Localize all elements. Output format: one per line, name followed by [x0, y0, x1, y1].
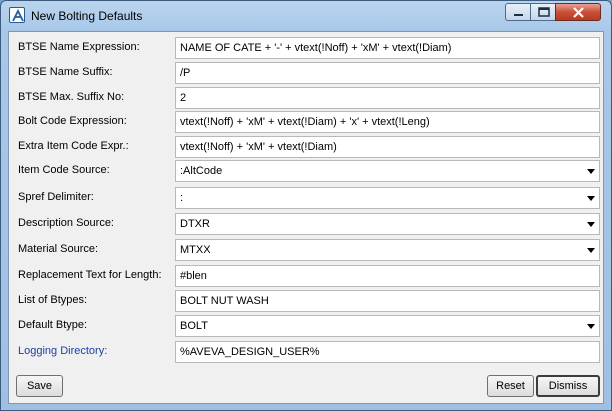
window-title: New Bolting Defaults: [31, 9, 143, 23]
extra-item-code-input[interactable]: vtext(!Noff) + 'xM' + vtext(!Diam): [175, 136, 600, 158]
save-button[interactable]: Save: [16, 375, 63, 397]
form-row-btse-name-suffix: BTSE Name Suffix: /P: [9, 62, 605, 84]
maximize-button[interactable]: [530, 3, 556, 21]
material-source-value: MTXX: [180, 244, 211, 256]
btse-name-expression-label: BTSE Name Expression:: [18, 41, 140, 53]
close-button[interactable]: [555, 3, 601, 21]
form-row-default-btype: Default Btype: BOLT: [9, 315, 605, 337]
extra-item-code-value: vtext(!Noff) + 'xM' + vtext(!Diam): [180, 141, 337, 153]
minimize-icon: [514, 14, 523, 16]
btse-max-suffix-input[interactable]: 2: [175, 87, 600, 109]
spref-delimiter-value: :: [180, 192, 184, 204]
btse-name-suffix-input[interactable]: /P: [175, 62, 600, 84]
dropdown-arrow-icon: [587, 324, 595, 329]
spref-delimiter-label: Spref Delimiter:: [18, 191, 94, 203]
dropdown-arrow-icon: [587, 169, 595, 174]
form-row-btse-name-expression: BTSE Name Expression: NAME OF CATE + '-'…: [9, 37, 605, 59]
btse-name-suffix-value: /P: [180, 67, 191, 79]
btse-name-expression-value: NAME OF CATE + '-' + vtext(!Noff) + 'xM'…: [180, 42, 452, 54]
description-source-select[interactable]: DTXR: [175, 213, 600, 235]
form-panel: BTSE Name Expression: NAME OF CATE + '-'…: [8, 31, 604, 404]
form-row-spref-delimiter: Spref Delimiter: :: [9, 187, 605, 209]
aveva-logo-icon[interactable]: [9, 7, 25, 23]
description-source-label: Description Source:: [18, 217, 114, 229]
btse-name-expression-input[interactable]: NAME OF CATE + '-' + vtext(!Noff) + 'xM'…: [175, 37, 600, 59]
replacement-text-label: Replacement Text for Length:: [18, 269, 162, 281]
replacement-text-value: #blen: [180, 270, 207, 282]
close-icon: [573, 7, 584, 18]
dismiss-button[interactable]: Dismiss: [536, 375, 600, 397]
item-code-source-select[interactable]: :AltCode: [175, 160, 600, 182]
default-btype-select[interactable]: BOLT: [175, 315, 600, 337]
material-source-select[interactable]: MTXX: [175, 239, 600, 261]
reset-button[interactable]: Reset: [487, 375, 534, 397]
btse-max-suffix-label: BTSE Max. Suffix No:: [18, 91, 125, 103]
btse-max-suffix-value: 2: [180, 92, 187, 104]
form-row-extra-item-code: Extra Item Code Expr.: vtext(!Noff) + 'x…: [9, 136, 605, 158]
list-of-btypes-value: BOLT NUT WASH: [180, 295, 269, 307]
minimize-button[interactable]: [505, 3, 531, 21]
form-row-replacement-text: Replacement Text for Length: #blen: [9, 265, 605, 287]
extra-item-code-label: Extra Item Code Expr.:: [18, 140, 129, 152]
bolt-code-expression-input[interactable]: vtext(!Noff) + 'xM' + vtext(!Diam) + 'x'…: [175, 111, 600, 133]
material-source-label: Material Source:: [18, 243, 99, 255]
description-source-value: DTXR: [180, 218, 210, 230]
default-btype-value: BOLT: [180, 320, 208, 332]
bolt-code-expression-value: vtext(!Noff) + 'xM' + vtext(!Diam) + 'x'…: [180, 116, 430, 128]
default-btype-label: Default Btype:: [18, 319, 88, 331]
logging-directory-input[interactable]: %AVEVA_DESIGN_USER%: [175, 341, 600, 363]
maximize-icon: [538, 7, 550, 17]
form-row-logging-directory: Logging Directory: %AVEVA_DESIGN_USER%: [9, 341, 605, 363]
item-code-source-value: :AltCode: [180, 165, 223, 177]
dropdown-arrow-icon: [587, 196, 595, 201]
dialog-window: New Bolting Defaults BTSE Name Expressio…: [0, 0, 612, 411]
logging-directory-value: %AVEVA_DESIGN_USER%: [180, 346, 320, 358]
list-of-btypes-input[interactable]: BOLT NUT WASH: [175, 290, 600, 312]
form-row-description-source: Description Source: DTXR: [9, 213, 605, 235]
dropdown-arrow-icon: [587, 222, 595, 227]
form-row-material-source: Material Source: MTXX: [9, 239, 605, 261]
title-bar[interactable]: New Bolting Defaults: [1, 1, 611, 31]
form-row-item-code-source: Item Code Source: :AltCode: [9, 160, 605, 182]
btse-name-suffix-label: BTSE Name Suffix:: [18, 66, 113, 78]
replacement-text-input[interactable]: #blen: [175, 265, 600, 287]
bolt-code-expression-label: Bolt Code Expression:: [18, 115, 127, 127]
form-row-list-of-btypes: List of Btypes: BOLT NUT WASH: [9, 290, 605, 312]
list-of-btypes-label: List of Btypes:: [18, 294, 88, 306]
item-code-source-label: Item Code Source:: [18, 164, 110, 176]
form-row-bolt-code-expression: Bolt Code Expression: vtext(!Noff) + 'xM…: [9, 111, 605, 133]
logging-directory-link[interactable]: Logging Directory:: [18, 345, 107, 357]
form-row-btse-max-suffix: BTSE Max. Suffix No: 2: [9, 87, 605, 109]
dropdown-arrow-icon: [587, 248, 595, 253]
spref-delimiter-select[interactable]: :: [175, 187, 600, 209]
